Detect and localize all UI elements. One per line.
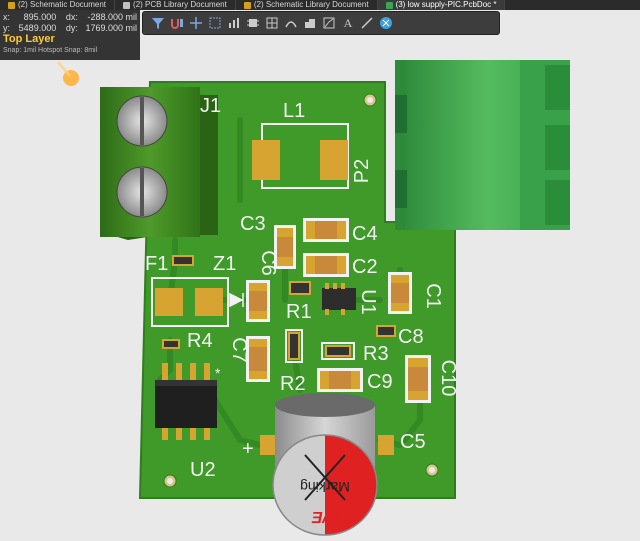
route-icon[interactable]: [168, 14, 186, 32]
pcb-3d-view[interactable]: Marking WE * J1 L1 P2 C3 C4 C6 C2 F1 Z1 …: [0, 0, 640, 541]
active-bar-toolbar: A: [142, 11, 500, 35]
designator-c7: C7: [228, 337, 250, 363]
text-icon[interactable]: A: [339, 14, 357, 32]
designator-c8: C8: [398, 326, 424, 348]
dy-label: dy:: [65, 23, 78, 33]
current-layer: Top Layer: [3, 33, 55, 45]
designator-c3: C3: [240, 213, 266, 235]
x-label: x:: [3, 12, 11, 22]
designator-c4: C4: [352, 223, 378, 245]
designator-u1: U1: [357, 289, 379, 315]
line-icon[interactable]: [358, 14, 376, 32]
designator-c10: C10: [437, 360, 459, 397]
designator-f1: F1: [145, 253, 168, 275]
designator-c9: C9: [367, 371, 393, 393]
dx-value: -288.000 mil: [87, 12, 138, 22]
pin1-marker: *: [215, 365, 221, 381]
designator-l1: L1: [283, 100, 305, 122]
designator-u2: U2: [190, 459, 216, 481]
c5-electrolytic-capacitor[interactable]: Marking WE: [260, 393, 394, 536]
filter-icon[interactable]: [149, 14, 167, 32]
capacitor-marking: Marking: [300, 479, 350, 495]
polarity-plus: +: [242, 438, 254, 460]
snap-info: Snap: 1mil Hotspot Snap: 8mil: [3, 47, 98, 54]
select-rect-icon[interactable]: [206, 14, 224, 32]
designator-p2: P2: [351, 159, 373, 183]
designator-c6: C6: [257, 250, 279, 276]
designator-j1: J1: [200, 95, 221, 117]
grid-icon[interactable]: [263, 14, 281, 32]
designator-r3: R3: [363, 343, 389, 365]
dx-label: dx:: [65, 12, 78, 22]
capacitor-brand-logo: WE: [311, 508, 338, 525]
3d-icon[interactable]: [377, 14, 395, 32]
dy-value: 1769.000 mil: [85, 23, 138, 33]
component-icon[interactable]: [244, 14, 262, 32]
p2-connector[interactable]: [395, 60, 570, 230]
designator-z1: Z1: [213, 253, 236, 275]
designator-r4: R4: [187, 330, 213, 352]
designator-c5: C5: [400, 431, 426, 453]
arc-icon[interactable]: [282, 14, 300, 32]
designator-c2: C2: [352, 256, 378, 278]
crosshair-icon[interactable]: [187, 14, 205, 32]
chart-icon[interactable]: [225, 14, 243, 32]
designator-c1: C1: [422, 283, 444, 309]
designator-r2: R2: [280, 373, 306, 395]
graph-icon[interactable]: [320, 14, 338, 32]
coordinate-hud: x: 895.000 dx: -288.000 mil y: 5489.000 …: [0, 10, 140, 60]
region-icon[interactable]: [301, 14, 319, 32]
designator-r1: R1: [286, 301, 312, 323]
x-value: 895.000: [23, 12, 57, 22]
